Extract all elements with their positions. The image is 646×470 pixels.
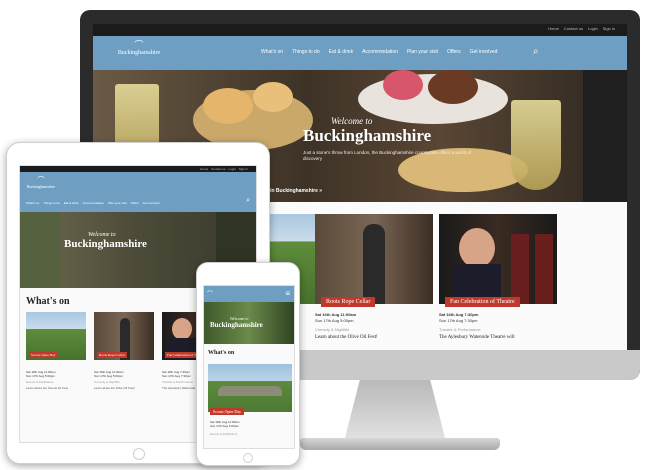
hero-title: Buckinghamshire [303, 126, 432, 145]
tablet-home-button[interactable] [133, 448, 145, 460]
event-date: Sat 16th Aug 11:00am Sun 17th Aug 5:00pm [26, 370, 56, 378]
utility-link[interactable]: Home [548, 26, 559, 31]
event-date: Sat 16th Aug 11:00am Sun 17th Aug 5:00pm [315, 312, 357, 323]
event-card[interactable]: Scouts Open Day Sat 16th Aug 11:00am Sun … [26, 312, 86, 390]
nav-item-accommodation[interactable]: Accommodation [362, 49, 398, 55]
utility-link[interactable]: Contact us [211, 167, 225, 171]
event-description: Learn about the Olive Oil Fest! [315, 335, 378, 340]
nav-item-eat-drink[interactable]: Eat & drink [64, 201, 79, 205]
event-tag: Scouts Open Day [29, 352, 58, 358]
event-date: Sat 16th Aug 11:00am Sun 17th Aug 5:00pm [94, 370, 124, 378]
nav-item-accommodation[interactable]: Accommodation [82, 201, 104, 205]
nav-item-whats-on[interactable]: What's on [26, 201, 39, 205]
utility-link[interactable]: Contact us [564, 26, 583, 31]
nav-item-things-to-do[interactable]: Things to do [292, 49, 320, 55]
hero-kicker: Welcome to [331, 116, 373, 126]
section-heading: What's on [208, 350, 235, 356]
nav-item-eat-drink[interactable]: Eat & drink [329, 49, 353, 55]
monitor-base [300, 438, 500, 450]
monitor-stand [344, 380, 446, 440]
event-card[interactable]: Fan Celebration of Theatre Sat 16th Aug … [439, 214, 557, 344]
nav-item-offers[interactable]: Offers [447, 49, 461, 55]
hamburger-menu-icon[interactable]: ≡ [285, 289, 290, 298]
phone-home-button[interactable] [243, 453, 253, 463]
site-logo[interactable]: ⌒ Buckinghamshire [115, 40, 163, 66]
event-card-image[interactable] [208, 364, 292, 412]
event-category: Events & Exhibitions [210, 432, 238, 436]
nav-item-plan-visit[interactable]: Plan your visit [407, 49, 438, 55]
bird-logo-icon[interactable]: ⌒ [207, 289, 213, 298]
main-nav: ⌒ ≡ [204, 286, 294, 302]
utility-link[interactable]: Login [588, 26, 598, 31]
event-tag: Roots Rope Cellar [97, 352, 127, 358]
event-category: Events & Exhibitions [26, 380, 54, 384]
event-tag: Roots Rope Cellar [321, 297, 376, 307]
main-nav: ⌒ Buckinghamshire What's on Things to do… [93, 36, 627, 70]
utility-link[interactable]: Sign in [603, 26, 615, 31]
event-card[interactable]: Roots Rope Cellar Sat 16th Aug 11:00am Su… [315, 214, 433, 344]
nav-item-get-involved[interactable]: Get involved [143, 201, 160, 205]
event-category: Comedy & Nightlife [94, 380, 120, 384]
nav-item-things-to-do[interactable]: Things to do [43, 201, 60, 205]
search-icon[interactable]: ⌕ [533, 46, 545, 58]
event-date: Sat 16th Aug 11:00am Sun 17th Aug 5:00pm [210, 420, 240, 428]
utility-link[interactable]: Sign in [239, 167, 248, 171]
site-logo[interactable]: ⌒ Buckinghamshire [26, 176, 56, 189]
phone-screen: ⌒ ≡ Welcome to Buckinghamshire What's on… [203, 285, 295, 449]
search-icon[interactable]: ⌕ [246, 197, 250, 205]
event-tag: Scouts Open Day [210, 408, 244, 415]
nav-item-whats-on[interactable]: What's on [261, 49, 283, 55]
bird-logo-icon: ⌒ [134, 40, 144, 50]
main-nav: ⌒ Buckinghamshire What's on Things to do… [20, 172, 256, 212]
hero-subtitle: Just a stone's throw from London, the Bu… [303, 150, 472, 161]
hero-banner: Welcome to Buckinghamshire [204, 302, 294, 344]
event-description: The Aylesbury Waterside Theatre will [439, 335, 515, 340]
event-card[interactable]: Roots Rope Cellar Sat 16th Aug 11:00am Su… [94, 312, 154, 390]
bird-logo-icon: ⌒ [37, 176, 45, 184]
nav-item-offers[interactable]: Offers [131, 201, 139, 205]
event-description: Learn about the Scouts for free! [26, 386, 69, 390]
nav-item-plan-visit[interactable]: Plan your visit [108, 201, 127, 205]
hero-title: Buckinghamshire [64, 238, 147, 250]
utility-link[interactable]: Home [200, 167, 208, 171]
nav-item-get-involved[interactable]: Get involved [470, 49, 498, 55]
utility-link[interactable]: Login [228, 167, 235, 171]
phone-device: ⌒ ≡ Welcome to Buckinghamshire What's on… [196, 262, 300, 466]
hero-title: Buckinghamshire [210, 321, 263, 329]
event-category: Theatre & Performance [439, 327, 481, 332]
event-date: Sat 16th Aug 7:30pm Sun 17th Aug 7:30pm [439, 312, 479, 323]
event-category: Comedy & Nightlife [315, 327, 350, 332]
utility-bar: Home Contact us Login Sign in [93, 24, 627, 36]
event-description: Learn about the Olive Oil Fest! [94, 386, 135, 390]
event-tag: Fan Celebration of Theatre [445, 297, 520, 307]
